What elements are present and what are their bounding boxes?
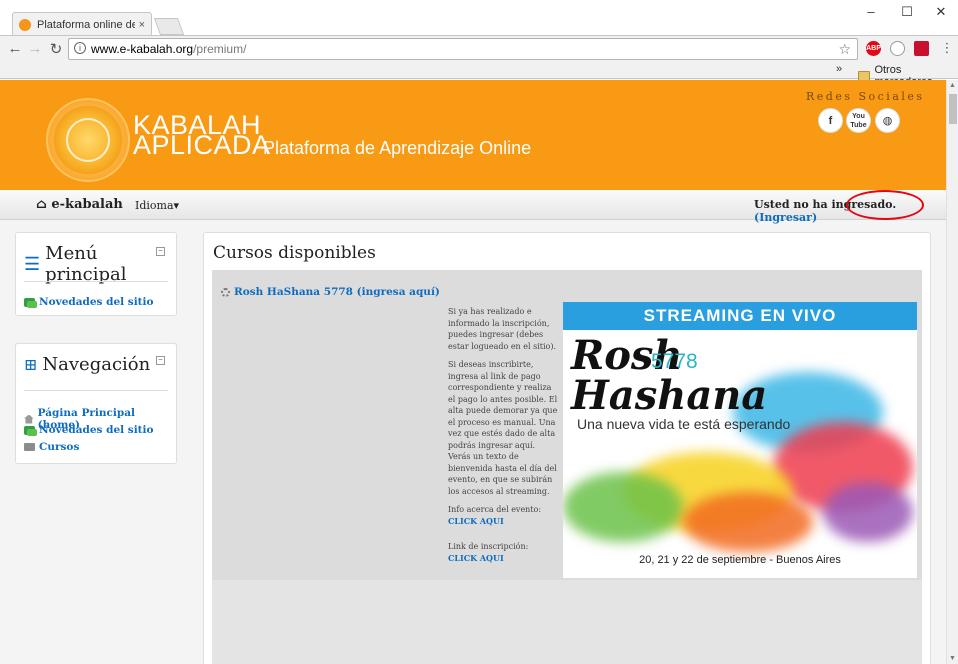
pdf-icon[interactable] bbox=[914, 41, 929, 56]
poster-tagline: Una nueva vida te está esperando bbox=[577, 416, 791, 432]
globe-icon[interactable]: ◍ bbox=[875, 108, 900, 133]
sidebar-item-news[interactable]: Novedades del sitio bbox=[24, 424, 154, 436]
scroll-up-icon[interactable]: ▲ bbox=[949, 82, 956, 89]
close-window-button[interactable]: ✕ bbox=[926, 4, 956, 20]
signup-block: Link de inscripción: CLICK AQUI bbox=[448, 541, 560, 564]
home-label: e-kabalah bbox=[51, 197, 123, 212]
url-host: www.e-kabalah.org bbox=[91, 42, 194, 56]
maximize-button[interactable]: ☐ bbox=[892, 4, 922, 20]
scroll-down-icon[interactable]: ▼ bbox=[949, 655, 956, 662]
forward-arrow-icon[interactable]: → bbox=[26, 40, 44, 57]
navigation-block: ⊞ Navegación − Página Principal (home) N… bbox=[15, 343, 177, 464]
browser-tabstrip: Plataforma online de ens × – ☐ ✕ bbox=[0, 0, 958, 36]
new-tab-button[interactable] bbox=[153, 18, 185, 35]
kabalah-logo[interactable] bbox=[46, 98, 130, 182]
back-arrow-icon[interactable]: ← bbox=[6, 40, 24, 57]
course-title-link[interactable]: Rosh HaShana 5778 (ingresa aquí) bbox=[221, 286, 440, 298]
main-content: Cursos disponibles Rosh HaShana 5778 (in… bbox=[203, 232, 931, 664]
poster-hashana: Hashana bbox=[571, 372, 768, 419]
language-label: Idioma bbox=[135, 199, 174, 212]
poster-date: 20, 21 y 22 de septiembre - Buenos Aires bbox=[639, 554, 841, 566]
site-navbar: ⌂ e-kabalah Idioma▾ Usted no ha ingresad… bbox=[0, 190, 946, 224]
signup-label: Link de inscripción: bbox=[448, 542, 529, 551]
url-path: /premium/ bbox=[193, 42, 247, 56]
address-bar[interactable]: i www.e-kabalah.org/premium/ ☆ bbox=[68, 38, 858, 60]
sidebar-item-news[interactable]: Novedades del sitio bbox=[24, 296, 154, 308]
sidebar-item-label: Novedades del sitio bbox=[39, 296, 154, 308]
web-page: KABALAH APLICADA Plataforma de Aprendiza… bbox=[0, 80, 946, 664]
course-description: Si ya has realizado e informado la inscr… bbox=[448, 306, 560, 571]
news-icon bbox=[24, 297, 37, 308]
bookmarks-overflow-button[interactable]: » bbox=[836, 63, 842, 75]
main-menu-block: ☰ Menú principal − Novedades del sitio bbox=[15, 232, 177, 316]
history-icon[interactable] bbox=[890, 41, 905, 56]
bookmarks-bar: » Otros marcadores bbox=[0, 62, 958, 88]
event-poster-image: STREAMING EN VIVO Rosh 5778 Hashana Una … bbox=[563, 302, 917, 578]
home-icon: ⌂ bbox=[36, 197, 47, 212]
reload-icon[interactable]: ↻ bbox=[47, 40, 65, 58]
youtube-icon[interactable]: You Tube bbox=[846, 108, 871, 133]
language-dropdown[interactable]: Idioma▾ bbox=[135, 199, 179, 212]
brand-subtitle: Plataforma de Aprendizaje Online bbox=[263, 138, 532, 158]
facebook-icon[interactable]: f bbox=[818, 108, 843, 133]
navigation-title: ⊞ Navegación bbox=[24, 354, 150, 375]
description-paragraph: Si ya has realizado e informado la inscr… bbox=[448, 307, 557, 351]
home-link[interactable]: ⌂ e-kabalah bbox=[36, 197, 123, 212]
browser-tab[interactable]: Plataforma online de ens × bbox=[12, 12, 152, 36]
poster-number: 5778 bbox=[651, 350, 698, 373]
folder-icon bbox=[24, 443, 35, 451]
info-block: Info acerca del evento: CLICK AQUI bbox=[448, 504, 560, 527]
info-label: Info acerca del evento: bbox=[448, 505, 542, 514]
info-link[interactable]: CLICK AQUI bbox=[448, 516, 560, 528]
tab-title: Plataforma online de ens bbox=[37, 18, 135, 31]
scroll-thumb[interactable] bbox=[949, 94, 957, 124]
signup-link[interactable]: CLICK AQUI bbox=[448, 553, 560, 565]
site-favicon-icon bbox=[19, 18, 31, 31]
minimize-button[interactable]: – bbox=[856, 4, 886, 19]
site-banner: KABALAH APLICADA Plataforma de Aprendiza… bbox=[0, 80, 946, 190]
caret-down-icon: ▾ bbox=[173, 199, 180, 212]
course-list-area bbox=[212, 580, 922, 664]
collapse-icon[interactable]: − bbox=[156, 356, 165, 365]
browser-menu-icon[interactable]: ⋮ bbox=[938, 40, 956, 56]
browser-toolbar: ← → ↻ i www.e-kabalah.org/premium/ ☆ ABP… bbox=[0, 35, 958, 62]
adblock-icon[interactable]: ABP bbox=[866, 41, 881, 56]
course-card: Rosh HaShana 5778 (ingresa aquí) Si ya h… bbox=[212, 270, 922, 580]
poster-band: STREAMING EN VIVO bbox=[563, 302, 917, 330]
sidebar-item-courses[interactable]: Cursos bbox=[24, 441, 79, 453]
page-title: Cursos disponibles bbox=[213, 243, 376, 263]
collapse-icon[interactable]: − bbox=[156, 247, 165, 256]
social-title: Redes Sociales bbox=[806, 90, 925, 103]
brand-line2: APLICADA bbox=[133, 130, 271, 160]
navigation-title-text: Navegación bbox=[42, 354, 151, 375]
course-title-text: Rosh HaShana 5778 (ingresa aquí) bbox=[234, 286, 440, 298]
description-paragraph: Si deseas inscribirte, ingresa al link d… bbox=[448, 360, 558, 496]
bookmark-star-icon[interactable]: ☆ bbox=[838, 41, 851, 58]
site-info-icon[interactable]: i bbox=[74, 42, 86, 54]
course-icon bbox=[221, 287, 230, 297]
news-icon bbox=[24, 425, 37, 436]
tab-close-icon[interactable]: × bbox=[139, 19, 145, 31]
sidebar-item-label: Cursos bbox=[39, 441, 80, 453]
sitemap-icon: ⊞ bbox=[24, 355, 38, 374]
sidebar-item-label: Novedades del sitio bbox=[39, 424, 154, 436]
house-icon bbox=[24, 414, 34, 424]
hamburger-icon: ☰ bbox=[24, 253, 41, 275]
highlight-annotation bbox=[846, 190, 924, 220]
main-menu-title: ☰ Menú principal bbox=[24, 243, 176, 285]
page-scrollbar[interactable]: ▲ ▼ bbox=[946, 80, 958, 664]
login-link[interactable]: (Ingresar) bbox=[754, 211, 817, 224]
